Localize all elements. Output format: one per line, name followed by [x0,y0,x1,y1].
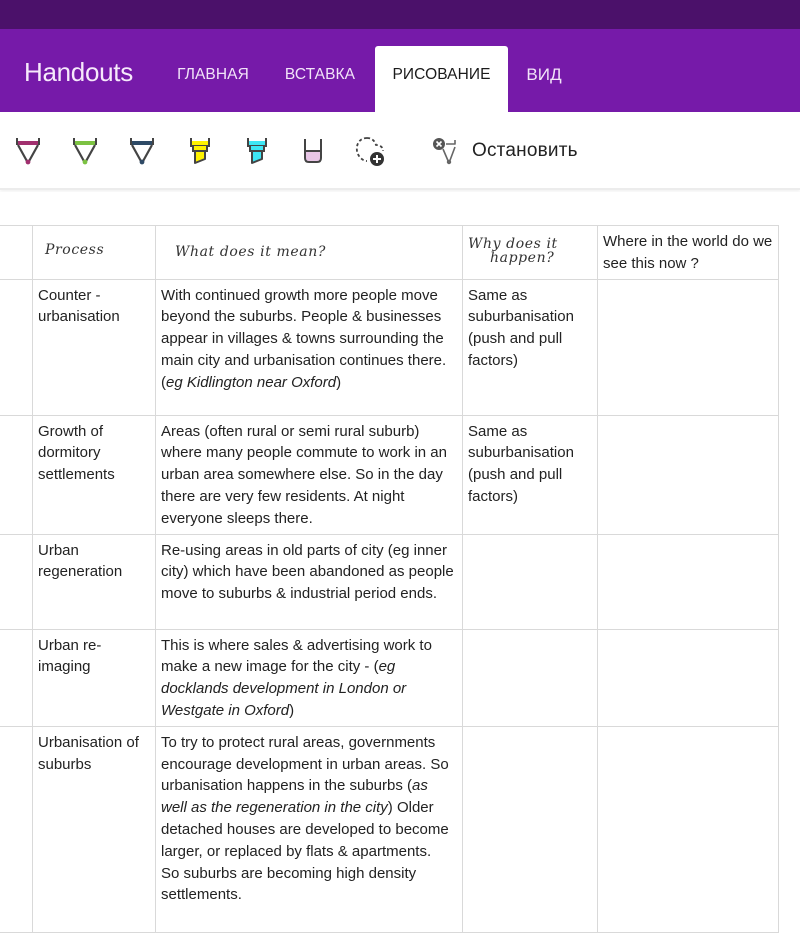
table-cell-blank[interactable] [0,725,33,933]
table-row: Urbanisation of suburbs To try to protec… [0,725,779,933]
cell-why[interactable] [462,533,598,630]
pen-magenta-button[interactable] [10,132,46,170]
cell-where[interactable] [597,278,779,416]
table-cell-blank[interactable] [0,225,33,280]
paren-close: ) [336,373,342,391]
meaning-text: With continued growth more people move b… [161,286,447,369]
header-meaning-text: What does it mean? [175,244,326,260]
cell-meaning[interactable]: Areas (often rural or semi rural suburb)… [155,414,463,535]
stop-drawing-icon [433,138,456,165]
cell-why[interactable] [462,628,598,727]
tab-home[interactable]: ГЛАВНАЯ [163,46,263,112]
header-process-text: Process [45,242,105,258]
header-where[interactable]: Where in the world do we see this now ? [597,225,779,280]
stop-drawing-button[interactable]: Остановить [430,132,578,170]
header-meaning[interactable]: What does it mean? [155,225,463,280]
pen-navy-button[interactable] [124,132,160,170]
table-cell-blank[interactable] [0,414,33,535]
cell-why[interactable] [462,725,598,933]
lasso-add-icon [355,137,384,166]
cell-where[interactable] [597,725,779,933]
header-why-line2: happen? [490,250,555,266]
table-cell-blank[interactable] [0,533,33,630]
table-cell-blank[interactable] [0,278,33,416]
notebook-title: Handouts [24,57,133,87]
highlighter-yellow-button[interactable] [182,132,218,170]
cell-meaning[interactable]: Re-using areas in old parts of city (eg … [155,533,463,630]
tab-insert[interactable]: ВСТАВКА [272,46,368,112]
highlighter-cyan-button[interactable] [239,132,275,170]
notes-table: Process What does it mean? Why does it ha… [0,225,779,933]
tab-view[interactable]: ВИД [512,46,576,112]
table-header-row: Process What does it mean? Why does it ha… [0,225,779,280]
pen-green-button[interactable] [67,132,103,170]
cell-process[interactable]: Urban regeneration [32,533,156,630]
meaning-conclusion: So suburbs are becoming high density set… [161,864,417,904]
header-process[interactable]: Process [32,225,156,280]
cell-meaning[interactable]: With continued growth more people move b… [155,278,463,416]
tab-draw[interactable]: РИСОВАНИЕ [375,46,508,112]
cell-why[interactable]: Same as suburbanisation (push and pull f… [462,414,598,535]
table-row: Growth of dormitory settlements Areas (o… [0,414,779,535]
stop-drawing-label: Остановить [472,140,578,161]
header-why-text: Why does it happen? [468,231,592,265]
eraser-icon [304,139,322,163]
table-cell-blank[interactable] [0,628,33,727]
cell-why[interactable]: Same as suburbanisation (push and pull f… [462,278,598,416]
draw-toolbar: Остановить [0,112,800,190]
table-row: Counter - urbanisation With continued gr… [0,278,779,416]
cell-process[interactable]: Urban re-imaging [32,628,156,727]
pen-icon [73,138,97,165]
status-strip [0,0,800,29]
header-why[interactable]: Why does it happen? [462,225,598,280]
meaning-example: eg Kidlington near Oxford [166,373,337,391]
pen-icon [130,138,154,165]
highlighter-icon [247,138,267,164]
paren-close: ) [289,701,295,719]
cell-where[interactable] [597,628,779,727]
table-row: Urban regeneration Re-using areas in old… [0,533,779,630]
meaning-text: To try to protect rural areas, governmen… [161,733,449,795]
lasso-select-button[interactable] [352,132,388,170]
table-row: Urban re-imaging This is where sales & a… [0,628,779,727]
eraser-button[interactable] [295,132,331,170]
cell-process[interactable]: Urbanisation of suburbs [32,725,156,933]
cell-meaning[interactable]: To try to protect rural areas, governmen… [155,725,463,933]
cell-meaning[interactable]: This is where sales & advertising work t… [155,628,463,727]
highlighter-icon [190,138,210,164]
cell-where[interactable] [597,533,779,630]
pen-icon [16,138,40,165]
cell-process[interactable]: Counter - urbanisation [32,278,156,416]
cell-process[interactable]: Growth of dormitory settlements [32,414,156,535]
cell-where[interactable] [597,414,779,535]
